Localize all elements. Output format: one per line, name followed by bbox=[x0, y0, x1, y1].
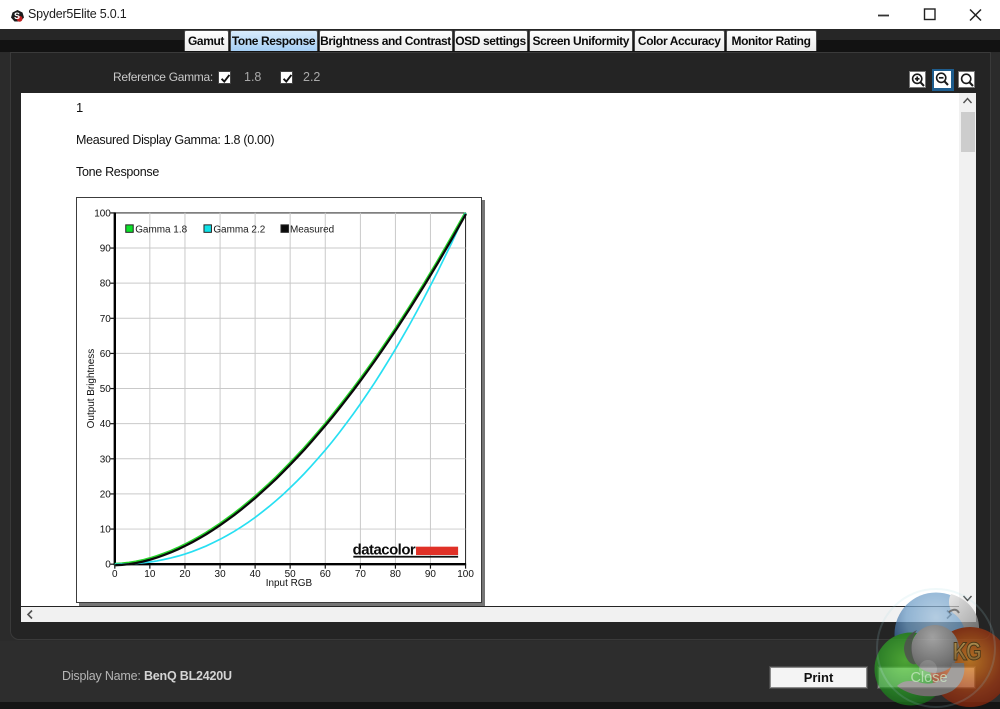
svg-text:20: 20 bbox=[179, 569, 191, 580]
svg-text:S: S bbox=[14, 11, 20, 21]
svg-text:Close: Close bbox=[910, 670, 947, 686]
svg-text:KG: KG bbox=[953, 638, 981, 666]
svg-text:20: 20 bbox=[100, 489, 112, 500]
svg-text:Measured: Measured bbox=[290, 224, 334, 235]
svg-text:90: 90 bbox=[100, 244, 112, 255]
svg-text:40: 40 bbox=[250, 569, 262, 580]
svg-text:Gamma 1.8: Gamma 1.8 bbox=[135, 224, 187, 235]
svg-text:30: 30 bbox=[215, 569, 227, 580]
svg-text:50: 50 bbox=[100, 384, 112, 395]
svg-text:60: 60 bbox=[100, 349, 112, 360]
svg-text:0: 0 bbox=[105, 560, 111, 571]
svg-text:100: 100 bbox=[94, 208, 111, 219]
svg-text:10: 10 bbox=[100, 525, 112, 536]
svg-text:60: 60 bbox=[320, 569, 332, 580]
svg-text:10: 10 bbox=[144, 569, 156, 580]
svg-text:80: 80 bbox=[100, 279, 112, 290]
svg-text:80: 80 bbox=[390, 569, 402, 580]
svg-text:70: 70 bbox=[100, 314, 112, 325]
svg-text:90: 90 bbox=[425, 569, 437, 580]
svg-text:100: 100 bbox=[457, 569, 474, 580]
svg-text:Gamma 2.2: Gamma 2.2 bbox=[213, 224, 265, 235]
svg-text:Input RGB: Input RGB bbox=[266, 578, 313, 589]
svg-text:Output Brightness: Output Brightness bbox=[86, 349, 97, 429]
svg-text:0: 0 bbox=[112, 569, 118, 580]
svg-text:40: 40 bbox=[100, 419, 112, 430]
svg-text:30: 30 bbox=[100, 454, 112, 465]
svg-text:70: 70 bbox=[355, 569, 367, 580]
